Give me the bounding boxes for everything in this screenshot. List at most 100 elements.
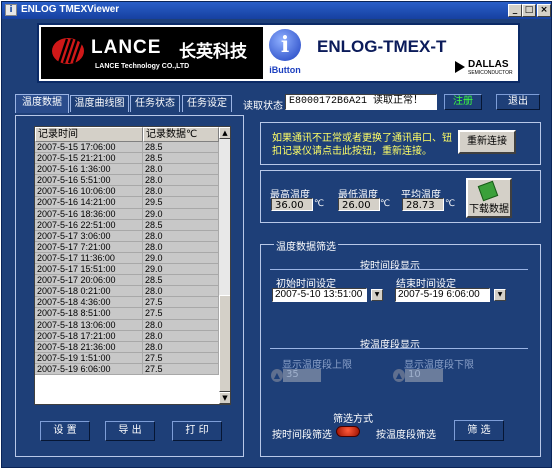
table-rows: 2007-5-15 17:06:00 28.5 2007-5-15 21:21:00… [35,142,219,375]
table-row[interactable]: 2007-5-15 17:06:00 28.5 [35,142,219,154]
close-button[interactable]: × [537,4,551,17]
table-row[interactable]: 2007-5-18 17:21:00 28.0 [35,330,219,342]
end-time-input[interactable]: 2007-5-19 6:06:00 [395,288,490,302]
min-temp-unit: ℃ [380,199,391,209]
min-temp-value: 26.00 [338,198,380,211]
cell-time: 2007-5-18 13:06:00 [35,319,143,331]
table-scrollbar[interactable]: ▲ ▼ [219,127,230,404]
cell-value: 27.5 [143,363,219,375]
lance-logo-box: LANCE 长英科技 LANCE Technology CO.,LTD [41,27,263,79]
scroll-up-icon[interactable]: ▲ [219,127,230,139]
cell-time: 2007-5-17 15:51:00 [35,264,143,276]
cell-time: 2007-5-18 4:36:00 [35,297,143,309]
brand-name-cn: 长英科技 [179,42,247,62]
table-row[interactable]: 2007-5-16 14:21:00 29.5 [35,197,219,209]
reconnect-notice: 如果通讯不正常或者更换了通讯串口、钮扣记录仪请点击此按钮，重新连接。 [272,133,452,157]
cell-time: 2007-5-18 17:21:00 [35,330,143,342]
tab-task-settings[interactable]: 任务设定 [182,95,232,112]
cell-time: 2007-5-19 1:51:00 [35,352,143,364]
cell-value: 28.0 [143,230,219,242]
brand-subtitle: LANCE Technology CO.,LTD [95,63,190,70]
table-row[interactable]: 2007-5-15 21:21:00 28.5 [35,153,219,165]
start-time-dropdown-icon[interactable]: ▼ [371,289,383,301]
dallas-logo: DALLAS SEMICONDUCTOR [455,59,517,77]
table-row[interactable]: 2007-5-18 8:51:00 27.5 [35,308,219,320]
column-header-time[interactable]: 记录时间 [35,127,143,142]
cell-time: 2007-5-16 5:51:00 [35,175,143,187]
table-row[interactable]: 2007-5-16 10:06:00 28.0 [35,186,219,198]
max-temp-value: 36.00 [271,198,313,211]
table-row[interactable]: 2007-5-18 21:36:00 28.0 [35,341,219,353]
settings-button[interactable]: 设 置 [40,421,90,441]
product-title: ENLOG-TMEX-T [317,37,447,56]
lower-limit-spin-icon[interactable]: ▲ [393,369,405,382]
scroll-down-icon[interactable]: ▼ [219,392,230,404]
cell-time: 2007-5-15 17:06:00 [35,142,143,154]
ibutton-logo: i iButton [265,27,305,79]
cell-value: 28.0 [143,164,219,176]
table-row[interactable]: 2007-5-19 6:06:00 27.5 [35,363,219,375]
upper-limit-spin-icon[interactable]: ▲ [271,369,283,382]
table-row[interactable]: 2007-5-18 4:36:00 27.5 [35,297,219,309]
table-row[interactable]: 2007-5-17 3:06:00 28.0 [35,230,219,242]
cell-value: 28.0 [143,330,219,342]
cell-value: 28.5 [143,219,219,231]
filter-mode-label: 筛选方式 [333,414,373,425]
register-button[interactable]: 注册 [444,94,482,110]
table-row[interactable]: 2007-5-18 0:21:00 28.0 [35,286,219,298]
table-row[interactable]: 2007-5-16 22:51:00 28.5 [35,219,219,231]
maximize-button[interactable]: □ [522,4,536,17]
cell-value: 29.0 [143,208,219,220]
cell-value: 29.0 [143,264,219,276]
filter-title: 温度数据筛选 [274,238,338,253]
brand-name: LANCE [91,37,162,58]
minimize-button[interactable]: _ [508,4,522,17]
table-row[interactable]: 2007-5-17 20:06:00 28.5 [35,275,219,287]
data-table: 记录时间 记录数据℃ 2007-5-15 17:06:00 28.5 2007-5-… [34,126,231,405]
cell-time: 2007-5-16 10:06:00 [35,186,143,198]
cell-value: 28.0 [143,175,219,187]
cell-value: 28.5 [143,153,219,165]
table-row[interactable]: 2007-5-16 1:36:00 28.0 [35,164,219,176]
cell-value: 28.0 [143,341,219,353]
table-row[interactable]: 2007-5-16 18:36:00 29.0 [35,208,219,220]
reconnect-button[interactable]: 重新连接 [458,130,516,154]
column-header-value[interactable]: 记录数据℃ [143,127,219,142]
banner: LANCE 长英科技 LANCE Technology CO.,LTD i iB… [37,23,520,83]
upper-limit-input[interactable]: 35 [283,369,321,382]
print-button[interactable]: 打 印 [172,421,222,441]
table-row[interactable]: 2007-5-16 5:51:00 28.0 [35,175,219,187]
cell-value: 27.5 [143,352,219,364]
lower-limit-input[interactable]: 10 [405,369,443,382]
cell-value: 28.0 [143,186,219,198]
cell-time: 2007-5-16 1:36:00 [35,164,143,176]
table-row[interactable]: 2007-5-17 15:51:00 29.0 [35,264,219,276]
cell-value: 28.0 [143,319,219,331]
filter-button[interactable]: 筛 选 [454,420,504,441]
table-row[interactable]: 2007-5-17 11:36:00 29.0 [35,252,219,265]
cell-time: 2007-5-18 8:51:00 [35,308,143,320]
scroll-thumb[interactable] [219,295,230,392]
end-time-dropdown-icon[interactable]: ▼ [494,289,506,301]
table-row[interactable]: 2007-5-17 7:21:00 28.0 [35,241,219,253]
mode-time-label: 按时间段筛选 [272,430,332,441]
tab-temperature-data[interactable]: 温度数据 [15,94,69,113]
start-time-input[interactable]: 2007-5-10 13:51:00 [272,288,367,302]
export-button[interactable]: 导 出 [105,421,155,441]
avg-temp-value: 28.73 [402,198,444,211]
info-icon: i [269,29,301,61]
title-bar: i ENLOG TMEXViewer _ □ × [2,2,551,19]
filter-mode-toggle[interactable] [336,426,360,437]
exit-button[interactable]: 退出 [496,94,540,110]
cell-time: 2007-5-19 6:06:00 [35,363,143,375]
cell-time: 2007-5-17 7:21:00 [35,241,143,253]
cell-time: 2007-5-16 22:51:00 [35,219,143,231]
tab-temperature-chart[interactable]: 温度曲线图 [70,95,129,112]
mode-temp-label: 按温度段筛选 [376,430,436,441]
window-title: ENLOG TMEXViewer [21,4,120,15]
table-row[interactable]: 2007-5-18 13:06:00 28.0 [35,319,219,331]
ibutton-label: iButton [269,65,301,75]
tab-task-status[interactable]: 任务状态 [130,95,180,112]
cell-value: 29.5 [143,197,219,209]
table-row[interactable]: 2007-5-19 1:51:00 27.5 [35,352,219,364]
